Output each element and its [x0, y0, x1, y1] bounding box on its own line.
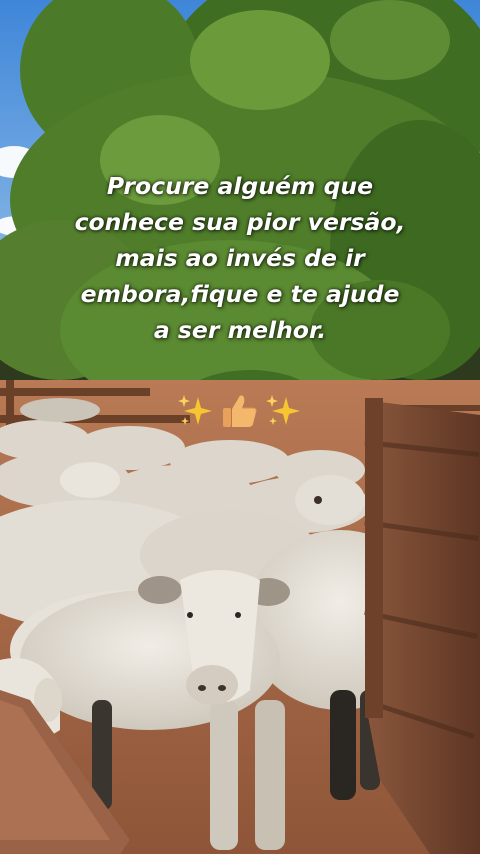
thumbs-up-icon	[223, 395, 257, 427]
sparkles-icon	[178, 395, 212, 425]
caption-line: Procure alguém que	[106, 172, 374, 200]
caption-line: embora,fique e te ajude	[80, 280, 400, 308]
sparkles-icon	[266, 395, 300, 425]
emoji-row	[0, 388, 480, 434]
caption-line: conhece sua pior versão,	[74, 208, 406, 236]
photo-post: Procure alguém que conhece sua pior vers…	[0, 0, 480, 854]
caption-line: a ser melhor.	[153, 316, 327, 344]
caption-overlay: Procure alguém que conhece sua pior vers…	[20, 168, 460, 348]
caption-line: mais ao invés de ir	[115, 244, 365, 272]
